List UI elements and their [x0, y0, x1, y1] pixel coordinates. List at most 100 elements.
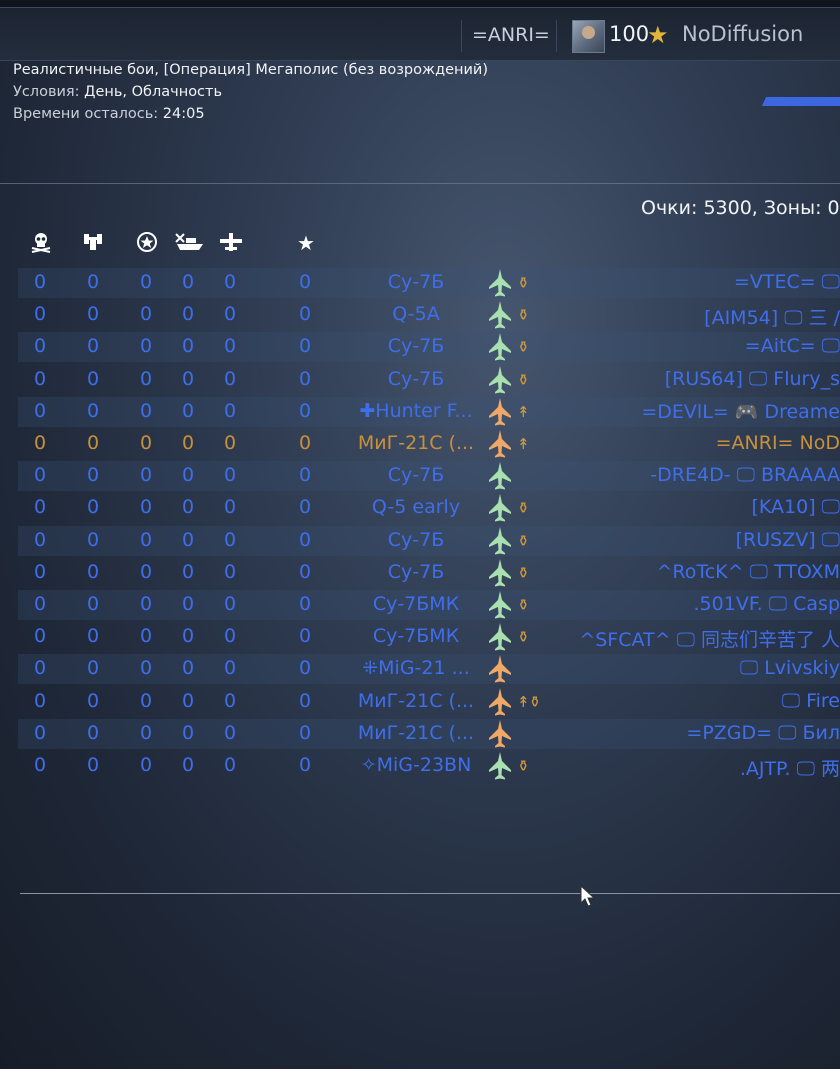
table-row[interactable]: 0 0 0 0 0 0 Q-5A ⚱ [AIM54] 🖵 三 /	[18, 300, 840, 330]
vehicle-name: МиГ-21С (...	[357, 689, 475, 712]
kills-count: 0	[33, 464, 47, 487]
player-name[interactable]: =PZGD= 🖵 Бил	[480, 722, 840, 744]
air-kills-count: 0	[223, 657, 237, 680]
player-name[interactable]: [RUSZV] 🖵	[480, 529, 840, 551]
kills-count: 0	[33, 496, 47, 519]
assists-count: 0	[139, 560, 153, 583]
player-level: 100	[609, 22, 650, 46]
score-count: 0	[298, 335, 312, 358]
ground-kills-icon	[80, 231, 106, 255]
ground-kills-count: 0	[86, 464, 100, 487]
ship-kills-count: 0	[181, 721, 195, 744]
vehicle-name: Q-5A	[392, 303, 440, 326]
ground-kills-count: 0	[86, 625, 100, 648]
table-row[interactable]: 0 0 0 0 0 0 Су-7Б ⚱ ^RoTcK^ 🖵 TTOXM	[18, 558, 840, 588]
table-row[interactable]: 0 0 0 0 0 0 МиГ-21С (... =PZGD= 🖵 Бил	[18, 718, 840, 749]
ship-kills-icon	[174, 231, 203, 255]
vehicle-name: ✚Hunter F...	[359, 399, 473, 422]
table-row[interactable]: 0 0 0 0 0 0 ✧MiG-23BN ⚱ .AJTP. 🖵 两	[18, 751, 840, 781]
kills-count: 0	[33, 399, 47, 422]
air-kills-count: 0	[223, 335, 237, 358]
team-score: Очки: 5300, Зоны: 0	[641, 197, 840, 219]
air-kills-count: 0	[223, 496, 237, 519]
player-name[interactable]: 🖵 Fire	[480, 690, 840, 712]
score-count: 0	[298, 496, 312, 519]
score-star-icon: ★	[297, 231, 315, 255]
player-name[interactable]: 🖵 Lvivskiy	[480, 657, 840, 679]
table-row[interactable]: 0 0 0 0 0 0 Су-7Б ⚱ =VTEC= 🖵	[18, 268, 840, 298]
ground-kills-count: 0	[86, 399, 100, 422]
vehicle-name: Су-7Б	[387, 464, 445, 487]
air-kills-count: 0	[223, 303, 237, 326]
table-row[interactable]: 0 0 0 0 0 0 МиГ-21С (... ↟⚱ 🖵 Fire	[18, 687, 840, 717]
vehicle-name: Су-7Б	[387, 528, 445, 551]
assists-count: 0	[139, 625, 153, 648]
battle-scoreboard-screen: { "topbar": { "clan_tag": "=ANRI=", "pla…	[0, 0, 840, 1069]
time-remaining: Времени осталось: 24:05	[13, 106, 205, 122]
team-progress-bar	[761, 97, 840, 106]
separator	[556, 20, 557, 52]
table-row[interactable]: 0 0 0 0 0 0 Су-7Б ⚱ [RUS64] 🖵 Flury_s	[18, 365, 840, 395]
vehicle-name: Су-7Б	[387, 271, 445, 293]
ship-kills-count: 0	[181, 593, 195, 615]
table-row[interactable]: 0 0 0 0 0 0 Q-5 early ⚱ [KA10] 🖵	[18, 493, 840, 523]
player-name[interactable]: -DRE4D- 🖵 BRAAAA	[480, 464, 840, 486]
player-name[interactable]: [RUS64] 🖵 Flury_s	[480, 368, 840, 390]
table-row[interactable]: 0 0 0 0 0 0 ✚Hunter F... ↟ =DEVlL= 🎮 Dreame	[18, 396, 840, 427]
ship-kills-count: 0	[181, 432, 195, 454]
vehicle-name: МиГ-21С (...	[357, 721, 475, 744]
kills-count: 0	[33, 432, 47, 454]
player-name[interactable]: .501VF. 🖵 Casp	[480, 593, 840, 615]
player-name[interactable]: [AIM54] 🖵 三 /	[480, 303, 840, 330]
assists-count: 0	[139, 593, 153, 615]
table-row[interactable]: 0 0 0 0 0 0 МиГ-21С (... ↟ =ANRI= NoD	[18, 429, 840, 459]
score-count: 0	[298, 303, 312, 326]
assists-count: 0	[139, 657, 153, 680]
table-row[interactable]: 0 0 0 0 0 0 ⁜MiG-21 ... 🖵 Lvivskiy	[18, 654, 840, 685]
avatar[interactable]	[572, 20, 605, 53]
vehicle-name: Q-5 early	[371, 496, 461, 519]
ground-kills-count: 0	[86, 657, 100, 680]
score-count: 0	[298, 593, 312, 615]
top-strip	[0, 0, 840, 8]
assists-icon	[134, 231, 160, 255]
player-name[interactable]: [KA10] 🖵	[480, 496, 840, 518]
kills-icon	[28, 231, 54, 255]
player-name[interactable]: ^RoTcK^ 🖵 TTOXM	[480, 561, 840, 583]
assists-count: 0	[139, 528, 153, 551]
ground-kills-count: 0	[86, 689, 100, 712]
ship-kills-count: 0	[181, 399, 195, 422]
vehicle-name: Су-7БМК	[372, 625, 460, 648]
table-row[interactable]: 0 0 0 0 0 0 Су-7Б ⚱ =AitC= 🖵	[18, 332, 840, 363]
player-nickname[interactable]: NoDiffusion	[682, 22, 803, 46]
table-row[interactable]: 0 0 0 0 0 0 Су-7Б -DRE4D- 🖵 BRAAAA	[18, 461, 840, 492]
score-count: 0	[298, 560, 312, 583]
player-name[interactable]: =VTEC= 🖵	[480, 271, 840, 293]
ground-kills-count: 0	[86, 560, 100, 583]
player-name[interactable]: ^SFCAT^ 🖵 同志们辛苦了 人	[480, 625, 840, 652]
air-kills-count: 0	[223, 528, 237, 551]
vehicle-name: Су-7Б	[387, 367, 445, 390]
table-row[interactable]: 0 0 0 0 0 0 Су-7БМК ⚱ .501VF. 🖵 Casp	[18, 590, 840, 620]
assists-count: 0	[139, 335, 153, 358]
air-kills-count: 0	[223, 399, 237, 422]
player-name[interactable]: =AitC= 🖵	[480, 335, 840, 357]
player-name[interactable]: =ANRI= NoD	[480, 432, 840, 454]
ship-kills-count: 0	[181, 496, 195, 519]
air-kills-count: 0	[223, 721, 237, 744]
vehicle-name: ✧MiG-23BN	[360, 754, 472, 776]
vehicle-name: МиГ-21С (...	[357, 432, 475, 454]
player-name[interactable]: .AJTP. 🖵 两	[480, 754, 840, 781]
score-count: 0	[298, 367, 312, 390]
time-label: Времени осталось:	[13, 106, 159, 122]
kills-count: 0	[33, 367, 47, 390]
air-kills-count: 0	[223, 560, 237, 583]
table-row[interactable]: 0 0 0 0 0 0 Су-7БМК ⚱ ^SFCAT^ 🖵 同志们辛苦了 人	[18, 622, 840, 652]
ship-kills-count: 0	[181, 625, 195, 648]
assists-count: 0	[139, 464, 153, 487]
table-row[interactable]: 0 0 0 0 0 0 Су-7Б ⚱ [RUSZV] 🖵	[18, 525, 840, 556]
player-name[interactable]: =DEVlL= 🎮 Dreame	[480, 400, 840, 423]
clan-tag[interactable]: =ANRI=	[472, 24, 550, 46]
score-count: 0	[298, 689, 312, 712]
score-count: 0	[298, 657, 312, 680]
